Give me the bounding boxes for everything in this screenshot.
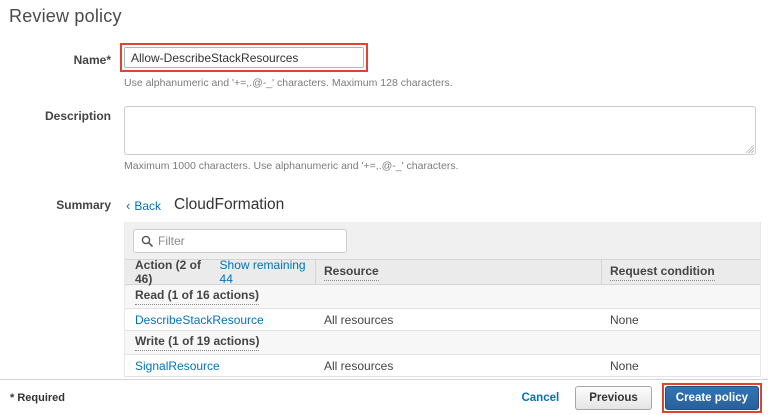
back-link[interactable]: ‹ Back bbox=[126, 198, 161, 213]
table-header-row: Action (2 of 46) Show remaining 44 Resou… bbox=[125, 259, 760, 285]
group-label-read: Read (1 of 16 actions) bbox=[135, 288, 259, 305]
request-condition-cell: None bbox=[602, 359, 760, 373]
resource-cell: All resources bbox=[316, 359, 602, 373]
column-header-action: Action (2 of 46) bbox=[135, 258, 216, 286]
search-icon bbox=[141, 235, 153, 247]
column-header-resource: Resource bbox=[324, 264, 379, 281]
table-group-row-read: Read (1 of 16 actions) bbox=[125, 285, 760, 309]
service-name-title: CloudFormation bbox=[174, 196, 284, 214]
resource-cell: All resources bbox=[316, 313, 602, 327]
wizard-footer: * Required Cancel Previous Create policy bbox=[0, 379, 768, 415]
name-annotation-highlight bbox=[120, 43, 368, 72]
table-row: SignalResource All resources None bbox=[125, 355, 760, 377]
summary-label: Summary bbox=[0, 198, 124, 212]
table-group-row-write: Write (1 of 19 actions) bbox=[125, 331, 760, 355]
description-row: Description Maximum 1000 characters. Use… bbox=[0, 106, 768, 172]
filter-bar bbox=[125, 222, 760, 259]
cancel-link[interactable]: Cancel bbox=[521, 392, 559, 404]
show-remaining-link[interactable]: Show remaining 44 bbox=[220, 258, 315, 286]
create-policy-button[interactable]: Create policy bbox=[665, 386, 759, 410]
policy-description-textarea[interactable] bbox=[124, 106, 756, 155]
create-policy-annotation-highlight: Create policy bbox=[662, 383, 762, 413]
policy-summary-panel: Action (2 of 46) Show remaining 44 Resou… bbox=[124, 222, 761, 377]
back-link-label: Back bbox=[134, 199, 161, 213]
filter-input[interactable] bbox=[158, 231, 346, 251]
column-header-request-condition: Request condition bbox=[610, 264, 715, 281]
name-label: Name* bbox=[0, 43, 124, 67]
name-row: Name* Use alphanumeric and '+=,.@-_' cha… bbox=[0, 43, 768, 89]
chevron-left-icon: ‹ bbox=[126, 198, 130, 213]
description-label: Description bbox=[0, 106, 124, 123]
filter-input-wrap bbox=[133, 229, 347, 253]
description-help-text: Maximum 1000 characters. Use alphanumeri… bbox=[124, 160, 768, 172]
summary-row: Summary ‹ Back CloudFormation bbox=[0, 196, 768, 214]
review-policy-page: Review policy Name* Use alphanumeric and… bbox=[0, 0, 768, 377]
page-title: Review policy bbox=[0, 0, 768, 27]
action-link-signalresource[interactable]: SignalResource bbox=[135, 359, 220, 373]
policy-name-input[interactable] bbox=[124, 47, 364, 68]
required-note: * Required bbox=[10, 392, 65, 404]
group-label-write: Write (1 of 19 actions) bbox=[135, 334, 259, 351]
request-condition-cell: None bbox=[602, 313, 760, 327]
previous-button[interactable]: Previous bbox=[575, 386, 652, 410]
name-help-text: Use alphanumeric and '+=,.@-_' character… bbox=[124, 77, 768, 89]
table-row: DescribeStackResource All resources None bbox=[125, 309, 760, 331]
action-link-describestackresource[interactable]: DescribeStackResource bbox=[135, 313, 264, 327]
